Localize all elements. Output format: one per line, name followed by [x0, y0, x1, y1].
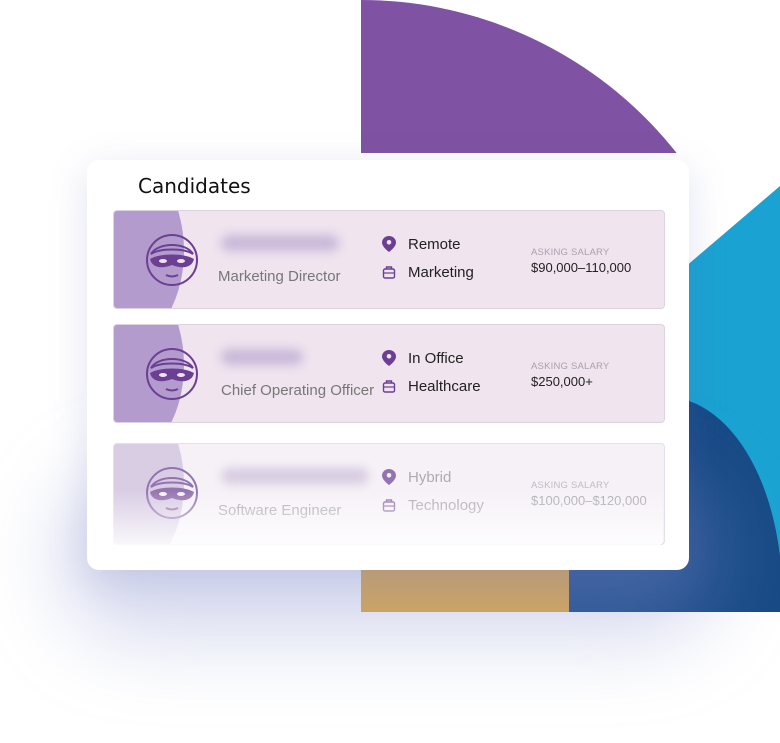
candidate-name-redacted	[221, 468, 369, 484]
candidate-industry: Technology	[382, 495, 484, 515]
masked-person-icon	[146, 234, 198, 286]
salary-label: ASKING SALARY	[531, 247, 610, 258]
location-text: In Office	[408, 349, 464, 367]
masked-person-icon	[146, 467, 198, 519]
salary-label: ASKING SALARY	[531, 361, 610, 372]
candidate-industry: Healthcare	[382, 376, 481, 396]
industry-text: Technology	[408, 496, 484, 514]
candidate-row[interactable]: Chief Operating Officer In Office Health…	[113, 324, 665, 423]
briefcase-icon	[382, 266, 396, 279]
candidate-industry: Marketing	[382, 262, 474, 282]
industry-text: Healthcare	[408, 377, 481, 395]
panel-title: Candidates	[138, 174, 251, 198]
briefcase-icon	[382, 380, 396, 393]
candidate-role: Chief Operating Officer	[221, 382, 375, 399]
salary-value: $250,000+	[531, 374, 593, 389]
candidate-row[interactable]: Software Engineer Hybrid Technology ASKI…	[113, 443, 665, 545]
candidate-location: Remote	[382, 234, 461, 254]
salary-value: $100,000–$120,000	[531, 493, 647, 508]
candidate-name-redacted	[221, 349, 303, 365]
candidates-panel: Candidates Marketing Director Remote Mar…	[87, 160, 689, 570]
candidate-role: Software Engineer	[218, 502, 342, 519]
masked-person-icon	[146, 348, 198, 400]
map-pin-icon	[382, 236, 396, 252]
industry-text: Marketing	[408, 263, 474, 281]
candidate-role: Marketing Director	[218, 268, 341, 285]
salary-label: ASKING SALARY	[531, 480, 610, 491]
map-pin-icon	[382, 469, 396, 485]
location-text: Remote	[408, 235, 461, 253]
candidate-location: Hybrid	[382, 467, 451, 487]
salary-value: $90,000–110,000	[531, 260, 632, 275]
map-pin-icon	[382, 350, 396, 366]
candidate-row[interactable]: Marketing Director Remote Marketing ASKI…	[113, 210, 665, 309]
briefcase-icon	[382, 499, 396, 512]
candidate-location: In Office	[382, 348, 464, 368]
decorative-purple-shape	[361, 0, 763, 153]
candidate-name-redacted	[221, 235, 339, 251]
location-text: Hybrid	[408, 468, 452, 486]
